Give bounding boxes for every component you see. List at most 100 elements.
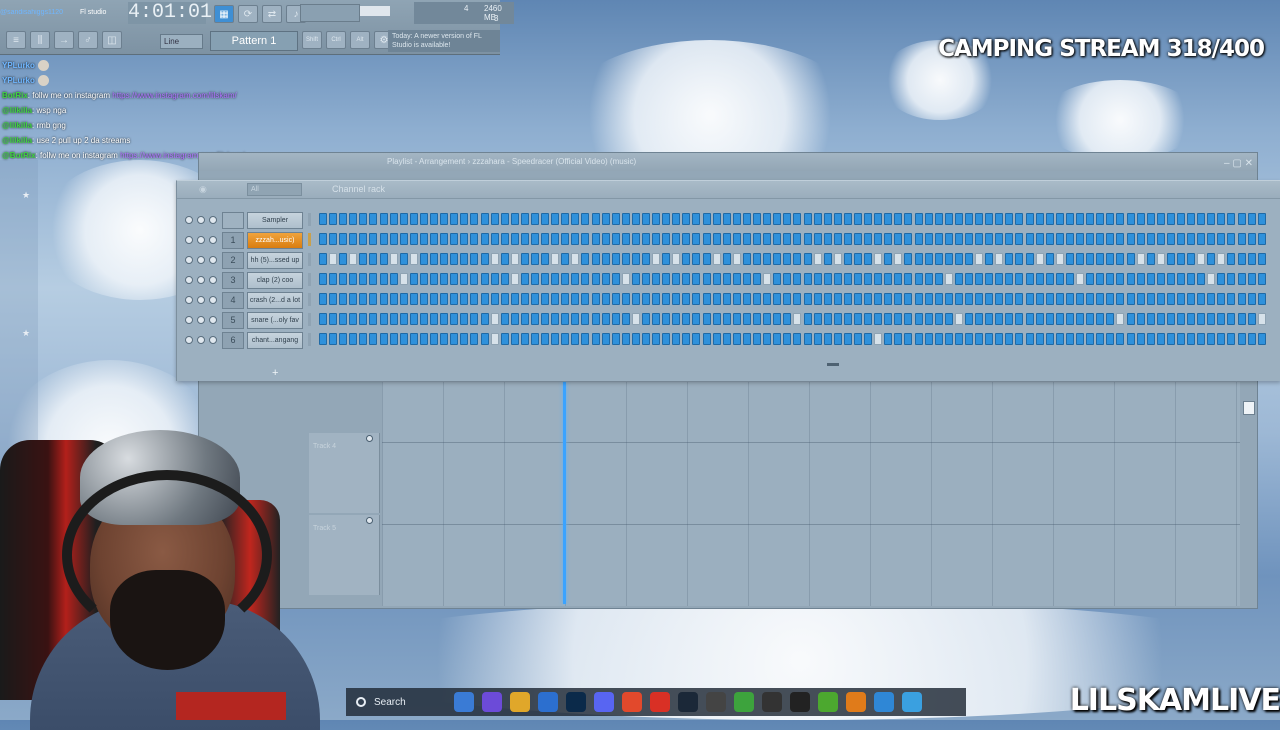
step-button[interactable] <box>1045 273 1054 285</box>
step-button[interactable] <box>813 313 822 325</box>
step-button[interactable] <box>1055 233 1064 245</box>
step-button[interactable] <box>1187 333 1196 345</box>
step-button[interactable] <box>773 333 782 345</box>
step-button[interactable] <box>783 253 792 265</box>
pan-knob[interactable] <box>197 216 205 224</box>
step-button[interactable] <box>682 293 691 305</box>
step-button[interactable] <box>369 233 378 245</box>
step-button[interactable] <box>399 333 408 345</box>
step-button[interactable] <box>823 213 832 225</box>
step-button[interactable] <box>793 253 802 265</box>
step-button[interactable] <box>520 233 529 245</box>
step-button[interactable] <box>1055 313 1064 325</box>
step-button[interactable] <box>1035 333 1044 345</box>
step-button[interactable] <box>732 293 741 305</box>
step-button[interactable] <box>1116 293 1125 305</box>
step-button[interactable] <box>995 213 1004 225</box>
step-button[interactable] <box>1257 273 1266 285</box>
step-button[interactable] <box>551 273 560 285</box>
step-button[interactable] <box>702 233 711 245</box>
step-button[interactable] <box>1136 333 1145 345</box>
step-button[interactable] <box>1106 233 1115 245</box>
step-button[interactable] <box>682 333 691 345</box>
step-button[interactable] <box>1086 313 1095 325</box>
step-button[interactable] <box>551 313 560 325</box>
song-mode-button[interactable]: ▦ <box>214 5 234 23</box>
step-button[interactable] <box>1217 213 1226 225</box>
step-button[interactable] <box>1207 313 1216 325</box>
step-button[interactable] <box>1126 253 1135 265</box>
step-button[interactable] <box>419 253 428 265</box>
step-button[interactable] <box>419 213 428 225</box>
step-button[interactable] <box>722 333 731 345</box>
step-button[interactable] <box>894 273 903 285</box>
step-button[interactable] <box>611 293 620 305</box>
ctrl-button[interactable]: Ctrl <box>326 31 346 49</box>
step-button[interactable] <box>369 213 378 225</box>
step-button[interactable] <box>430 253 439 265</box>
step-button[interactable] <box>985 293 994 305</box>
step-button[interactable] <box>985 313 994 325</box>
step-button[interactable] <box>430 293 439 305</box>
step-button[interactable] <box>581 213 590 225</box>
step-button[interactable] <box>1156 333 1165 345</box>
step-button[interactable] <box>773 233 782 245</box>
step-button[interactable] <box>631 253 640 265</box>
step-button[interactable] <box>833 253 842 265</box>
step-button[interactable] <box>510 293 519 305</box>
step-button[interactable] <box>884 293 893 305</box>
channel-filter-select[interactable]: All <box>247 183 302 196</box>
step-button[interactable] <box>1106 333 1115 345</box>
step-button[interactable] <box>339 213 348 225</box>
step-button[interactable] <box>621 253 630 265</box>
step-button[interactable] <box>642 333 650 345</box>
step-button[interactable] <box>874 273 883 285</box>
step-button[interactable] <box>601 213 610 225</box>
step-button[interactable] <box>631 293 640 305</box>
step-button[interactable] <box>1065 313 1074 325</box>
step-button[interactable] <box>419 293 428 305</box>
forward-icon[interactable]: → <box>54 31 74 49</box>
mixer-track-number[interactable]: 5 <box>222 312 244 329</box>
step-button[interactable] <box>591 233 600 245</box>
step-button[interactable] <box>1005 253 1014 265</box>
step-button[interactable] <box>934 293 943 305</box>
step-button[interactable] <box>551 253 560 265</box>
step-button[interactable] <box>753 233 762 245</box>
step-button[interactable] <box>510 213 519 225</box>
step-button[interactable] <box>1217 313 1226 325</box>
step-button[interactable] <box>389 333 398 345</box>
step-button[interactable] <box>319 333 327 345</box>
step-button[interactable] <box>530 253 539 265</box>
step-button[interactable] <box>894 313 903 325</box>
step-button[interactable] <box>904 213 913 225</box>
step-button[interactable] <box>995 253 1004 265</box>
step-button[interactable] <box>490 293 499 305</box>
step-button[interactable] <box>732 253 741 265</box>
step-button[interactable] <box>1227 273 1236 285</box>
step-button[interactable] <box>1207 333 1216 345</box>
step-button[interactable] <box>1076 333 1085 345</box>
step-button[interactable] <box>1217 253 1226 265</box>
step-button[interactable] <box>490 213 499 225</box>
wait-button[interactable]: ⇄ <box>262 5 282 23</box>
step-button[interactable] <box>1015 253 1024 265</box>
step-button[interactable] <box>1217 273 1226 285</box>
step-button[interactable] <box>1055 253 1064 265</box>
step-button[interactable] <box>853 213 862 225</box>
step-button[interactable] <box>1197 333 1206 345</box>
step-button[interactable] <box>642 233 650 245</box>
step-button[interactable] <box>551 333 560 345</box>
step-button[interactable] <box>914 333 923 345</box>
volume-knob[interactable] <box>209 296 217 304</box>
step-button[interactable] <box>591 293 600 305</box>
step-button[interactable] <box>419 313 428 325</box>
utorrent-icon[interactable] <box>818 692 838 712</box>
step-button[interactable] <box>662 333 671 345</box>
step-button[interactable] <box>985 233 994 245</box>
step-button[interactable] <box>1076 213 1085 225</box>
step-button[interactable] <box>601 233 610 245</box>
step-button[interactable] <box>884 253 893 265</box>
mute-toggle[interactable] <box>185 296 193 304</box>
step-button[interactable] <box>1156 233 1165 245</box>
